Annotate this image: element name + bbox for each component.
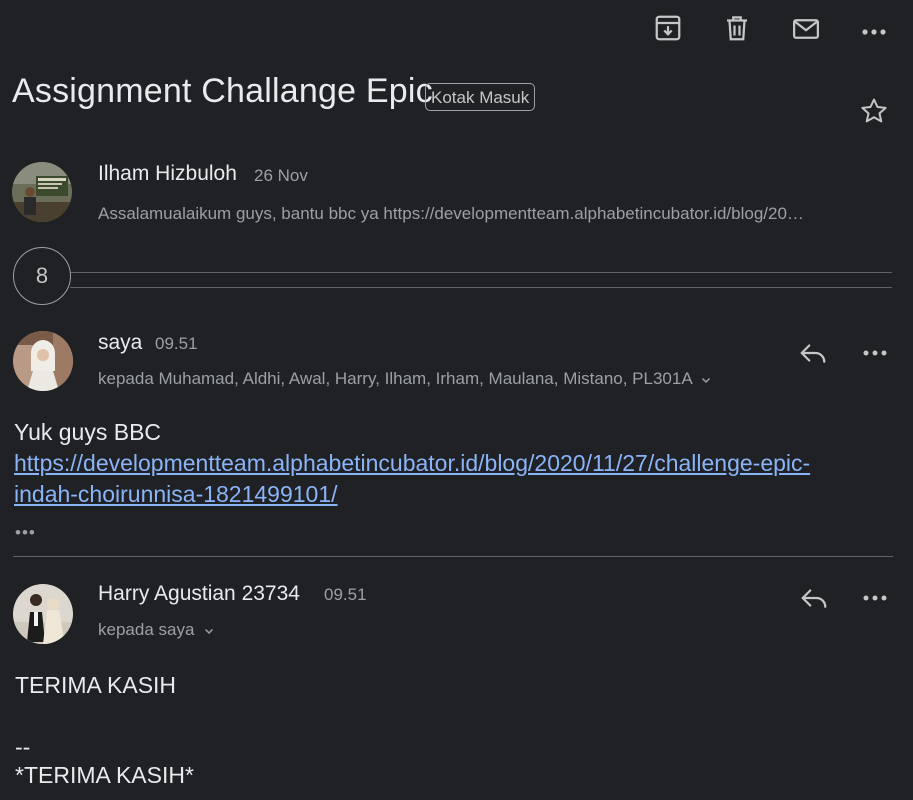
trash-icon[interactable] bbox=[720, 11, 754, 45]
collapsed-line-bottom bbox=[70, 287, 892, 288]
sender-name: Harry Agustian 23734 bbox=[98, 582, 300, 605]
message-body: Yuk guys BBC bbox=[14, 419, 162, 445]
inbox-label-chip[interactable]: Kotak Masuk bbox=[425, 83, 536, 111]
avatar[interactable] bbox=[13, 331, 73, 391]
recipients-text: kepada saya bbox=[98, 620, 195, 639]
reply-icon[interactable] bbox=[799, 585, 829, 611]
more-icon[interactable] bbox=[857, 15, 891, 49]
mail-icon[interactable] bbox=[789, 12, 823, 46]
sender-name: Ilham Hizbuloh bbox=[98, 162, 237, 185]
chevron-down-icon[interactable] bbox=[203, 625, 215, 637]
signature-separator: -- bbox=[15, 734, 31, 760]
more-icon[interactable] bbox=[862, 593, 888, 603]
recipients-text: kepada Muhamad, Aldhi, Awal, Harry, Ilha… bbox=[98, 369, 692, 388]
recipients-line[interactable]: kepada saya bbox=[98, 620, 215, 640]
message-time: 26 Nov bbox=[254, 166, 308, 185]
show-trimmed-content-button[interactable]: ••• bbox=[15, 523, 36, 543]
collapsed-line-top bbox=[70, 272, 892, 273]
avatar[interactable] bbox=[13, 584, 73, 644]
more-icon[interactable] bbox=[862, 348, 888, 358]
message-divider bbox=[13, 556, 893, 557]
reply-icon[interactable] bbox=[798, 340, 828, 366]
avatar[interactable] bbox=[12, 162, 72, 222]
collapsed-count[interactable]: 8 bbox=[13, 247, 71, 305]
message-time: 09.51 bbox=[155, 334, 198, 353]
message-time: 09.51 bbox=[324, 585, 367, 604]
thread-subject: Assignment Challange Epic bbox=[12, 72, 433, 110]
archive-icon[interactable] bbox=[651, 11, 685, 45]
link-line[interactable]: https://developmentteam.alphabetincubato… bbox=[14, 448, 894, 479]
sender-name: saya bbox=[98, 331, 143, 354]
message-snippet[interactable]: Assalamualaikum guys, bantu bbc ya https… bbox=[98, 204, 804, 224]
chevron-down-icon[interactable] bbox=[700, 374, 712, 386]
message-body: TERIMA KASIH bbox=[15, 672, 177, 698]
recipients-line[interactable]: kepada Muhamad, Aldhi, Awal, Harry, Ilha… bbox=[98, 369, 712, 389]
link-line[interactable]: indah-choirunnisa-1821499101/ bbox=[14, 479, 894, 510]
message-link[interactable]: https://developmentteam.alphabetincubato… bbox=[14, 448, 894, 510]
signature-text: *TERIMA KASIH* bbox=[15, 762, 194, 788]
star-icon[interactable] bbox=[859, 96, 889, 126]
